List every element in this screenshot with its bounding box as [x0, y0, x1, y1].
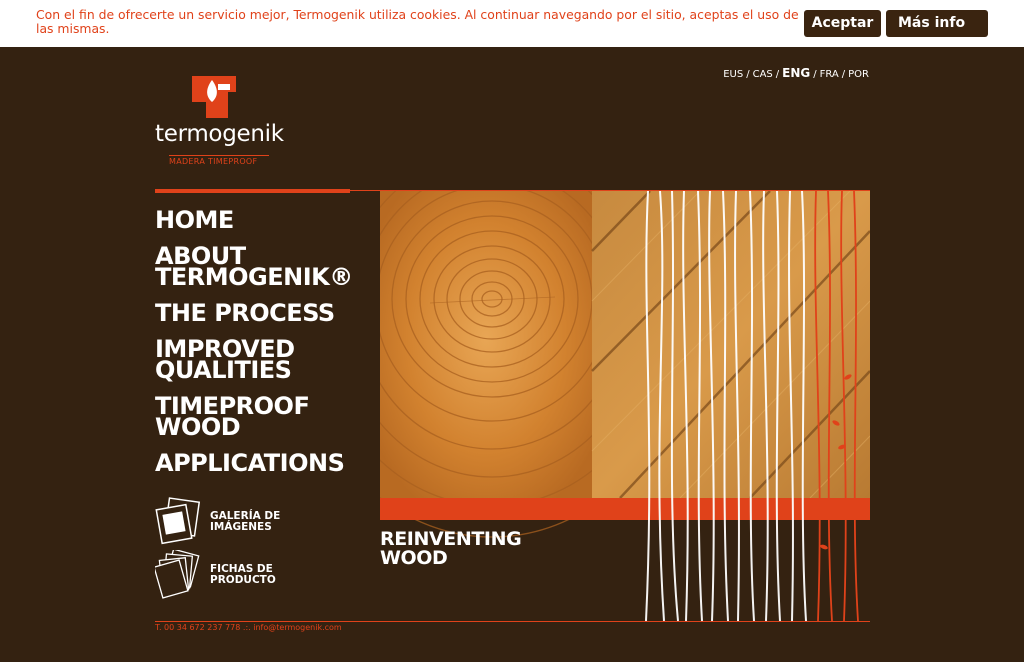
nav-home[interactable]: HOME: [155, 208, 375, 232]
lang-eng[interactable]: ENG: [782, 66, 810, 80]
nav-process[interactable]: THE PROCESS: [155, 301, 375, 325]
cookie-bar: Con el fin de ofrecerte un servicio mejo…: [0, 0, 1024, 47]
nav-improved-label: QUALITIES: [155, 356, 292, 384]
lang-fra[interactable]: FRA: [820, 69, 839, 80]
hero-tagline: REINVENTING WOOD: [380, 530, 580, 568]
footer-rule: [155, 621, 870, 622]
sheets-label: PRODUCTO: [210, 574, 276, 586]
logo-mark-icon: [192, 76, 236, 118]
lang-separator: /: [841, 69, 846, 80]
lang-separator: /: [813, 69, 817, 80]
lang-cas[interactable]: CAS: [753, 69, 773, 80]
nav-about-label: TERMOGENIK®: [155, 263, 353, 291]
footer-phone: T. 00 34 672 237 778: [155, 623, 241, 632]
footer-separator: .:.: [242, 623, 251, 632]
main-nav: HOME ABOUT TERMOGENIK® THE PROCESS IMPROV…: [155, 206, 375, 489]
documents-stack-icon: [155, 550, 200, 599]
brand-tagline: MADERA TIMEPROOF: [169, 155, 269, 166]
nav-timeproof-label: WOOD: [155, 413, 241, 441]
nav-about[interactable]: ABOUT TERMOGENIK®: [155, 244, 375, 291]
lang-separator: /: [746, 69, 750, 80]
nav-home-label: HOME: [155, 206, 234, 234]
photo-gallery-icon: [155, 497, 201, 545]
cookie-message: Con el fin de ofrecerte un servicio mejo…: [36, 7, 799, 36]
gallery-link[interactable]: GALERÍA DE IMÁGENES: [155, 497, 355, 547]
gallery-label: IMÁGENES: [210, 521, 272, 533]
product-sheets-link[interactable]: FICHAS DE PRODUCTO: [155, 550, 355, 600]
nav-top-rule: [155, 189, 350, 193]
nav-applications-label: APPLICATIONS: [155, 449, 345, 477]
nav-improved-qualities[interactable]: IMPROVED QUALITIES: [155, 337, 375, 384]
brand-logo[interactable]: termogenik MADERA TIMEPROOF: [155, 76, 284, 168]
footer: T. 00 34 672 237 778 .:. info@termogenik…: [155, 623, 342, 632]
nav-process-label: THE PROCESS: [155, 299, 335, 327]
hero-tagline-line: WOOD: [380, 547, 448, 569]
nav-applications[interactable]: APPLICATIONS: [155, 451, 375, 475]
accept-cookies-button[interactable]: Aceptar: [804, 10, 881, 37]
brand-name: termogenik: [155, 121, 284, 147]
lang-separator: /: [775, 69, 780, 80]
lang-eus[interactable]: EUS: [723, 69, 743, 80]
nav-timeproof-wood[interactable]: TIMEPROOF WOOD: [155, 394, 375, 441]
lang-por[interactable]: POR: [848, 69, 869, 80]
more-info-button[interactable]: Más info: [886, 10, 988, 37]
language-selector: EUS / CAS / ENG / FRA / POR: [723, 66, 869, 80]
footer-email-link[interactable]: info@termogenik.com: [253, 623, 341, 632]
